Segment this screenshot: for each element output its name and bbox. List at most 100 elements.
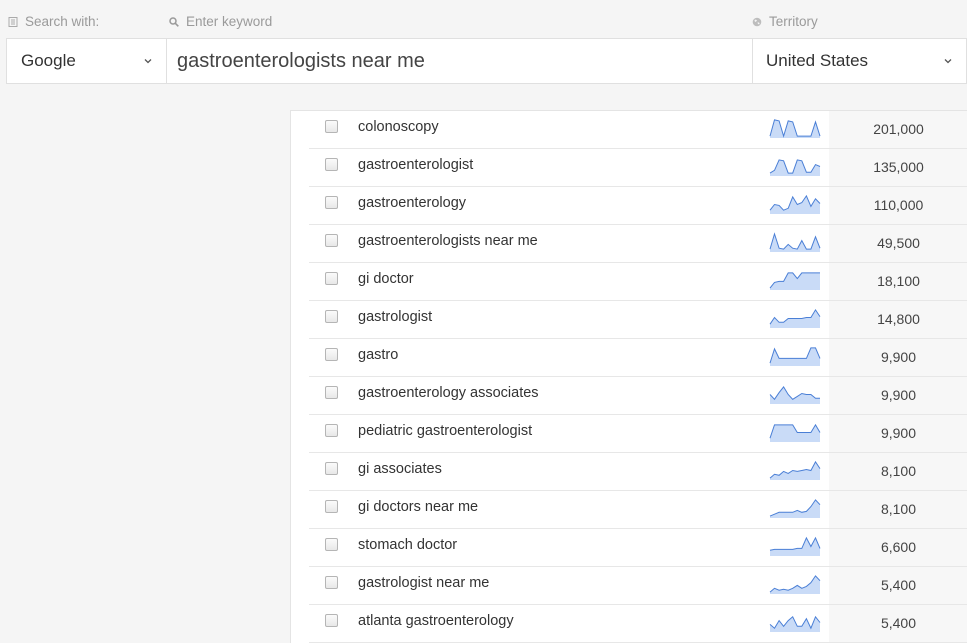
search-with-label: Search with:: [25, 14, 100, 29]
search-volume: 5,400: [880, 577, 917, 593]
row-checkbox[interactable]: [325, 272, 338, 285]
row-checkbox[interactable]: [325, 348, 338, 361]
table-row: gastroenterologist 135,000: [309, 149, 967, 187]
search-volume: 5,400: [880, 615, 917, 631]
trend-sparkline: [769, 460, 821, 480]
volume-cell: 5,400: [829, 605, 967, 642]
keyword-text: gastroenterologists near me: [358, 233, 538, 249]
sparkline-area: [770, 347, 820, 366]
table-row: gastro 9,900: [309, 339, 967, 377]
row-checkbox[interactable]: [325, 462, 338, 475]
volume-cell: 8,100: [829, 453, 967, 490]
table-row: pediatric gastroenterologist 9,900: [309, 415, 967, 453]
volume-cell: 5,400: [829, 567, 967, 604]
trend-sparkline: [769, 232, 821, 252]
search-bar: Google United States: [6, 38, 967, 84]
search-engine-value: Google: [21, 51, 76, 70]
search-volume: 110,000: [873, 197, 924, 213]
row-checkbox[interactable]: [325, 424, 338, 437]
keyword-input[interactable]: [167, 39, 752, 83]
search-volume: 201,000: [873, 121, 924, 137]
row-checkbox[interactable]: [325, 500, 338, 513]
table-row: colonoscopy 201,000: [309, 111, 967, 149]
keyword-text: pediatric gastroenterologist: [358, 423, 533, 439]
row-checkbox[interactable]: [325, 614, 338, 627]
search-labels-row: Search with: Enter keyword Territory: [0, 0, 967, 38]
trend-sparkline: [769, 347, 821, 366]
territory-value: United States: [766, 51, 869, 70]
row-checkbox[interactable]: [325, 538, 338, 551]
search-volume: 49,500: [877, 235, 920, 251]
territory-label: Territory: [769, 14, 818, 29]
keyword-text: atlanta gastroenterology: [358, 613, 514, 629]
search-engine-select[interactable]: Google: [7, 39, 167, 83]
table-row: atlanta gastroenterology 5,400: [309, 605, 967, 643]
keyword-text: gi doctor: [358, 271, 414, 287]
volume-cell: 201,000: [829, 111, 967, 148]
volume-cell: 110,000: [829, 187, 967, 224]
keyword-text: gastroenterologist: [358, 157, 474, 173]
keyword-placeholder-label: Enter keyword: [186, 14, 273, 29]
territory-label-group: Territory: [752, 14, 818, 29]
trend-sparkline: [769, 386, 820, 404]
trend-sparkline: [769, 272, 820, 290]
trend-sparkline: [769, 536, 821, 556]
globe-icon: [752, 17, 762, 26]
trend-sparkline: [769, 615, 821, 632]
volume-cell: 6,600: [829, 529, 967, 566]
trend-sparkline: [769, 159, 821, 176]
table-row: gastroenterologists near me 49,500: [309, 225, 967, 263]
sparkline-area: [770, 537, 820, 556]
keyword-text: gastrologist near me: [358, 575, 490, 591]
keyword-text: gastro: [358, 347, 399, 363]
keyword-label-group: Enter keyword: [169, 14, 272, 29]
sparkline-area: [770, 424, 820, 442]
keyword-results-list: colonoscopy 201,000 gastroenterologist 135,…: [290, 110, 967, 643]
keyword-text: gastroenterology: [358, 195, 467, 211]
table-row: gi doctors near me 8,100: [309, 491, 967, 529]
chevron-down-icon: [144, 59, 152, 64]
row-checkbox[interactable]: [325, 576, 338, 589]
volume-cell: 8,100: [829, 491, 967, 528]
search-volume: 9,900: [880, 349, 917, 365]
trend-sparkline: [769, 194, 821, 214]
search-volume: 6,600: [880, 539, 917, 555]
row-checkbox[interactable]: [325, 234, 338, 247]
sparkline-area: [770, 575, 820, 594]
table-row: gastroenterology associates 9,900: [309, 377, 967, 415]
row-checkbox[interactable]: [325, 386, 338, 399]
search-volume: 14,800: [877, 311, 920, 327]
row-checkbox[interactable]: [325, 120, 338, 133]
document-icon: [8, 16, 18, 27]
keyword-text: gi associates: [358, 461, 442, 477]
volume-cell: 18,100: [829, 263, 967, 300]
search-volume: 18,100: [877, 273, 920, 289]
trend-sparkline: [769, 575, 821, 594]
trend-sparkline: [769, 119, 821, 138]
table-row: gi doctor 18,100: [309, 263, 967, 301]
row-checkbox[interactable]: [325, 196, 338, 209]
keyword-text: gi doctors near me: [358, 499, 479, 515]
keyword-text: gastrologist: [358, 309, 433, 325]
volume-cell: 14,800: [829, 301, 967, 338]
row-checkbox[interactable]: [325, 158, 338, 171]
trend-sparkline: [769, 308, 821, 328]
table-row: gastrologist near me 5,400: [309, 567, 967, 605]
row-checkbox[interactable]: [325, 310, 338, 323]
territory-select[interactable]: United States: [752, 39, 966, 83]
volume-cell: 9,900: [829, 415, 967, 452]
search-with-label-group: Search with:: [8, 14, 99, 29]
volume-cell: 49,500: [829, 225, 967, 262]
search-volume: 135,000: [873, 159, 924, 175]
keyword-text: colonoscopy: [358, 119, 439, 135]
trend-sparkline: [769, 499, 821, 518]
search-volume: 8,100: [880, 501, 917, 517]
table-row: gastrologist 14,800: [309, 301, 967, 339]
trend-sparkline: [769, 423, 821, 442]
search-volume: 8,100: [880, 463, 917, 479]
keyword-text: gastroenterology associates: [358, 385, 539, 401]
volume-cell: 9,900: [829, 377, 967, 414]
volume-cell: 135,000: [829, 149, 967, 186]
chevron-down-icon: [944, 59, 952, 64]
table-row: gi associates 8,100: [309, 453, 967, 491]
